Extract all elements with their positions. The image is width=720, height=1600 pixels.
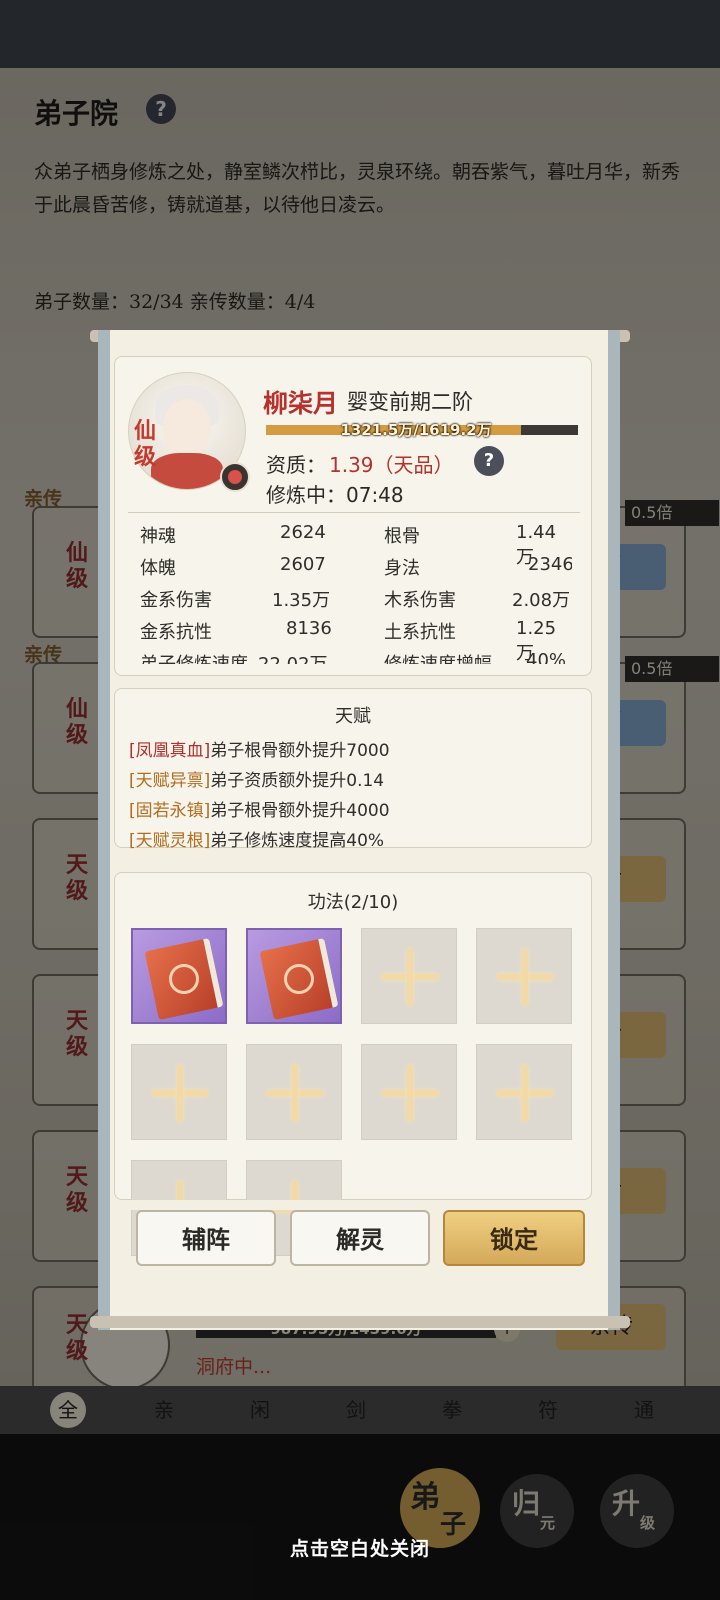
divider (128, 512, 580, 513)
aptitude-label: 资质： (266, 453, 326, 477)
aptitude-value: 1.39（天品） (329, 453, 454, 477)
talent-item: [天赋灵根]弟子修炼速度提高40% (129, 826, 384, 851)
stat-name: 修炼速度增幅 (384, 650, 492, 664)
technique-slot-empty[interactable] (476, 1044, 572, 1140)
cultivation-status: 修炼中：07:48 (266, 483, 404, 507)
technique-slot-empty[interactable] (361, 928, 457, 1024)
stat-value: 8136 (286, 618, 332, 639)
stat-name: 土系抗性 (384, 622, 456, 643)
stat-value: 22.02万 (258, 650, 328, 664)
stat-value: 2346 (528, 554, 572, 575)
grade-badge: 仙级 (134, 418, 157, 470)
stat-name: 神魂 (140, 526, 176, 547)
stat-value: 40% (526, 650, 567, 664)
talent-item: [凤凰真血]弟子根骨额外提升7000 (129, 736, 390, 761)
stat-name: 金系抗性 (140, 622, 212, 643)
book-emblem-icon (169, 964, 199, 994)
stat-name: 木系伤害 (384, 590, 456, 611)
stat-name: 体魄 (140, 558, 176, 579)
stat-row: 神魂 2624 根骨 1.44万 (140, 522, 572, 568)
technique-slot-filled[interactable] (246, 928, 342, 1024)
slots-mask (114, 1200, 592, 1210)
plus-icon (407, 949, 413, 1005)
talent-tag: [天赋异禀] (129, 771, 211, 791)
technique-slot-empty[interactable] (246, 1044, 342, 1140)
stat-value: 2624 (280, 522, 326, 543)
technique-slot-empty[interactable] (361, 1044, 457, 1140)
stat-name: 身法 (384, 558, 420, 579)
stat-row: 弟子修炼速度 22.02万 修炼速度增幅 40% (140, 650, 572, 664)
disciple-realm: 婴变前期二阶 (347, 390, 473, 414)
technique-slot-empty[interactable] (476, 928, 572, 1024)
plus-icon (292, 1065, 298, 1121)
top-status-bar (0, 0, 720, 68)
aptitude-help-icon[interactable]: ? (474, 446, 504, 476)
techniques-panel (114, 872, 592, 1200)
technique-slot-filled[interactable] (131, 928, 227, 1024)
release-button[interactable]: 解灵 (290, 1210, 430, 1266)
talent-text: 弟子修炼速度提高40% (210, 831, 385, 851)
close-hint[interactable]: 点击空白处关闭 (0, 1534, 720, 1561)
stat-value: 2607 (280, 554, 326, 575)
stat-row: 体魄 2607 身法 2346 (140, 554, 572, 586)
stat-name: 根骨 (384, 526, 420, 547)
stat-name: 金系伤害 (140, 590, 212, 611)
formation-button[interactable]: 辅阵 (136, 1210, 276, 1266)
stat-value: 1.35万 (272, 590, 331, 611)
talent-item: [固若永镇]弟子根骨额外提升4000 (129, 796, 390, 821)
talent-tag: [天赋灵根] (129, 831, 211, 851)
plus-icon (522, 949, 528, 1005)
plus-icon (177, 1065, 183, 1121)
talent-text: 弟子资质额外提升0.14 (210, 771, 385, 791)
disciple-name: 柳柒月 (263, 389, 339, 418)
talent-tag: [固若永镇] (129, 801, 211, 821)
techniques-title: 功法(2/10) (307, 892, 399, 913)
plus-icon (522, 1065, 528, 1121)
stats-list[interactable]: 神魂 2624 根骨 1.44万 体魄 2607 身法 2346 金系伤害 1.… (140, 522, 572, 664)
cultivation-progress-text: 1321.5万/1619.2万 (340, 421, 492, 439)
stat-row: 金系抗性 8136 土系抗性 1.25万 (140, 618, 572, 664)
stat-name: 弟子修炼速度 (140, 650, 248, 664)
talents-title: 天赋 (335, 706, 371, 727)
talent-text: 弟子根骨额外提升7000 (210, 741, 390, 761)
fire-element-icon (220, 462, 250, 492)
cultivation-progress-bar: 1321.5万/1619.2万 (266, 421, 578, 439)
scroll-rod-bottom (90, 1316, 630, 1328)
lock-button[interactable]: 锁定 (443, 1210, 585, 1266)
technique-slot-empty[interactable] (131, 1044, 227, 1140)
plus-icon (407, 1065, 413, 1121)
talent-text: 弟子根骨额外提升4000 (210, 801, 390, 821)
stat-row: 金系伤害 1.35万 木系伤害 2.08万 (140, 586, 572, 618)
talent-tag: [凤凰真血] (129, 741, 211, 761)
stat-value: 2.08万 (512, 590, 571, 611)
book-emblem-icon (284, 964, 314, 994)
talent-item: [天赋异禀]弟子资质额外提升0.14 (129, 766, 384, 791)
